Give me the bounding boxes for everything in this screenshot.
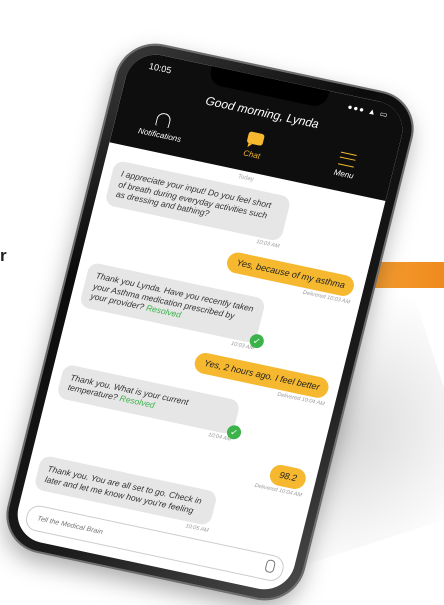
tab-menu[interactable]: Menu	[306, 139, 385, 194]
tab-notifications[interactable]: Notifications	[122, 100, 201, 155]
chat-icon	[246, 131, 266, 147]
tab-chat[interactable]: Chat	[214, 120, 293, 175]
cropped-side-text: r	[0, 246, 7, 265]
menu-icon	[337, 151, 357, 168]
bell-icon	[154, 111, 173, 129]
status-icons: ●●● ▲ ▭	[346, 102, 390, 120]
status-time: 10:05	[147, 61, 173, 76]
microphone-icon[interactable]	[264, 558, 277, 574]
